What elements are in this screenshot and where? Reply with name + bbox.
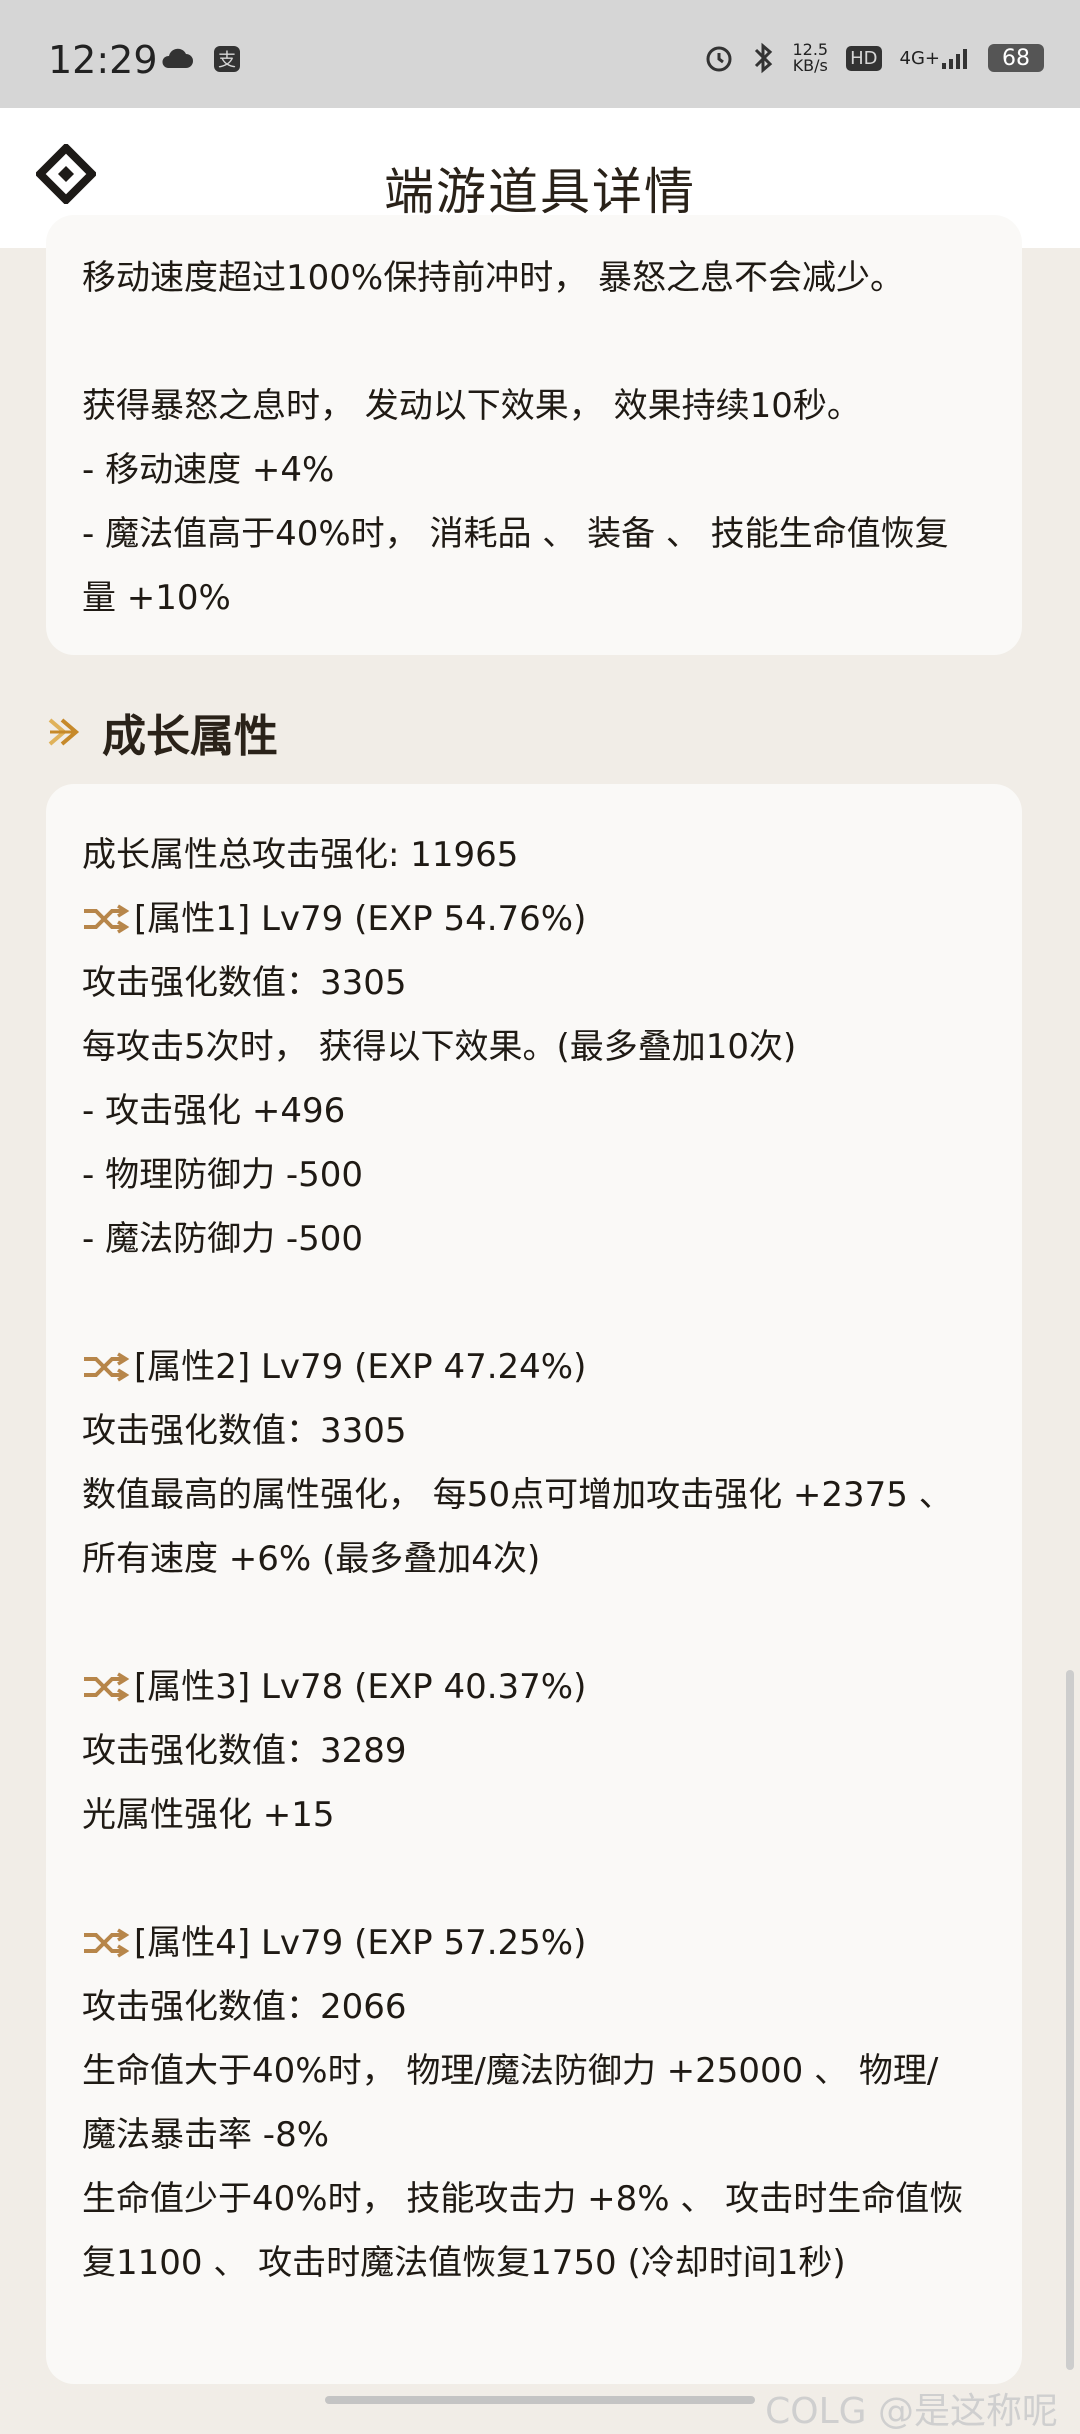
attribute-4-value: 攻击强化数值：2066: [82, 1987, 407, 2027]
attribute-3-header: [属性3] Lv78 (EXP 40.37%): [82, 1659, 586, 1708]
hd-badge: HD: [846, 45, 882, 71]
status-bar: 12:29 支 12.5 KB/s HD 4G+ 68: [0, 0, 1080, 108]
shuffle-icon: [84, 1672, 130, 1702]
attribute-3-desc: 光属性强化 +15: [82, 1795, 335, 1835]
battery-indicator: 68: [988, 44, 1044, 72]
watermark: COLG @是这称呢: [765, 2391, 1058, 2432]
svg-text:支: 支: [218, 50, 236, 71]
attribute-1-effect: - 物理防御力 -500: [82, 1155, 364, 1195]
attribute-4-header: [属性4] Lv79 (EXP 57.25%): [82, 1915, 586, 1964]
attribute-1-header: [属性1] Lv79 (EXP 54.76%): [82, 891, 586, 940]
bluetooth-icon: [755, 42, 773, 74]
section-title-growth: 成长属性: [46, 700, 278, 764]
alipay-icon: 支: [214, 46, 240, 72]
attribute-1-desc: 每攻击5次时， 获得以下效果。(最多叠加10次): [82, 1027, 797, 1067]
section-title-text: 成长属性: [102, 711, 278, 762]
attribute-1-effect: - 攻击强化 +496: [82, 1091, 346, 1131]
alarm-icon: [706, 46, 732, 72]
network-speed: 12.5 KB/s: [792, 40, 829, 75]
home-indicator[interactable]: [325, 2396, 755, 2404]
cloud-icon: [162, 48, 193, 68]
status-time: 12:29: [48, 38, 158, 82]
shuffle-icon: [84, 904, 130, 934]
effect-line: - 魔法值高于40%时， 消耗品 、 装备 、 技能生命值恢复: [82, 514, 949, 554]
attribute-2-desc: 数值最高的属性强化， 每50点可增加攻击强化 +2375 、: [82, 1475, 953, 1515]
signal-indicator: 4G+: [900, 47, 970, 69]
effect-card: 移动速度超过100%保持前冲时， 暴怒之息不会减少。 获得暴怒之息时， 发动以下…: [46, 215, 1022, 655]
growth-attributes-card: 成长属性总攻击强化: 11965 [属性1] Lv79 (EXP 54.76%)…: [46, 784, 1022, 2384]
effect-line: 量 +10%: [82, 578, 231, 618]
total-attack-line: 成长属性总攻击强化: 11965: [82, 835, 519, 875]
attribute-3-value: 攻击强化数值：3289: [82, 1731, 407, 1771]
scrollbar[interactable]: [1066, 1670, 1074, 2370]
attribute-4-desc: 魔法暴击率 -8%: [82, 2115, 330, 2155]
attribute-2-header: [属性2] Lv79 (EXP 47.24%): [82, 1339, 586, 1388]
attribute-1-value: 攻击强化数值：3305: [82, 963, 407, 1003]
effect-line: 获得暴怒之息时， 发动以下效果， 效果持续10秒。: [82, 386, 861, 426]
shuffle-icon: [84, 1352, 130, 1382]
attribute-4-desc: 生命值大于40%时， 物理/魔法防御力 +25000 、 物理/: [82, 2051, 939, 2091]
signal-bars-icon: [942, 49, 967, 69]
page-title: 端游道具详情: [384, 163, 696, 221]
attribute-4-desc: 生命值少于40%时， 技能攻击力 +8% 、 攻击时生命值恢: [82, 2179, 964, 2219]
attribute-2-desc: 所有速度 +6% (最多叠加4次): [82, 1539, 541, 1579]
attribute-2-value: 攻击强化数值：3305: [82, 1411, 407, 1451]
status-left-icons: 支: [160, 44, 242, 74]
effect-line: 移动速度超过100%保持前冲时， 暴怒之息不会减少。: [82, 258, 905, 298]
status-right-icons: 12.5 KB/s HD 4G+ 68: [704, 42, 1044, 74]
attribute-1-effect: - 魔法防御力 -500: [82, 1219, 364, 1259]
attribute-4-desc: 复1100 、 攻击时魔法值恢复1750 (冷却时间1秒): [82, 2243, 846, 2283]
shuffle-icon: [84, 1928, 130, 1958]
effect-line: - 移动速度 +4%: [82, 450, 335, 490]
double-chevron-icon: [48, 718, 80, 746]
